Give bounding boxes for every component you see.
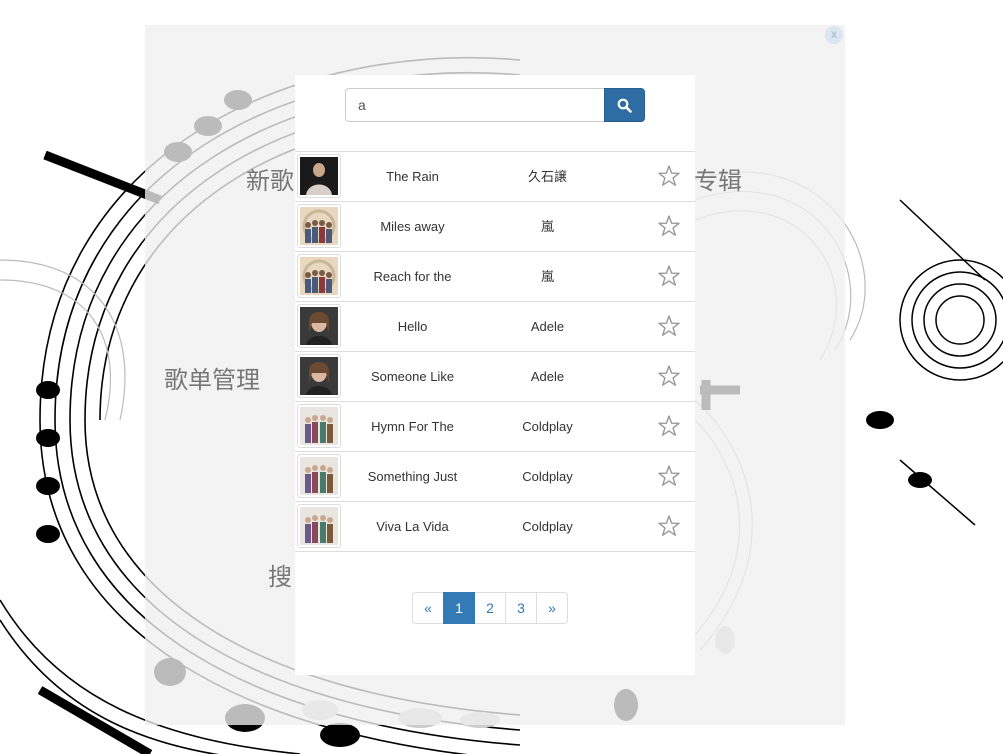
close-button[interactable]: x <box>825 26 843 44</box>
artist-name[interactable]: 嵐 <box>495 202 600 251</box>
pagination-prev[interactable]: « <box>412 592 444 624</box>
favorite-star-icon[interactable] <box>657 264 681 288</box>
result-row[interactable]: The Rain 久石譲 <box>295 152 695 202</box>
artist-name[interactable]: Coldplay <box>495 452 600 501</box>
song-title[interactable]: Hymn For The <box>350 402 475 451</box>
favorite-star-icon[interactable] <box>657 464 681 488</box>
favorite-star-icon[interactable] <box>657 164 681 188</box>
favorite-star-icon[interactable] <box>657 514 681 538</box>
result-row[interactable]: Viva La Vida Coldplay <box>295 502 695 552</box>
results-list: The Rain 久石譲 Miles away 嵐 Reach for the 嵐 Hell… <box>295 151 695 552</box>
result-row[interactable]: Someone Like Adele <box>295 352 695 402</box>
song-title[interactable]: Something Just <box>350 452 475 501</box>
menu-new-songs[interactable]: 新歌 <box>246 161 294 196</box>
pagination-page-2[interactable]: 2 <box>474 592 506 624</box>
search-input[interactable] <box>345 88 605 122</box>
album-thumbnail[interactable] <box>297 504 341 548</box>
album-thumbnail[interactable] <box>297 354 341 398</box>
album-thumbnail[interactable] <box>297 454 341 498</box>
result-row[interactable]: Miles away 嵐 <box>295 202 695 252</box>
search-icon <box>617 98 632 113</box>
search-dialog: The Rain久石譲Miles away嵐Reach for the嵐Hell… <box>295 75 695 675</box>
song-title[interactable]: Someone Like <box>350 352 475 401</box>
artist-name[interactable]: Adele <box>495 302 600 351</box>
album-thumbnail[interactable] <box>297 204 341 248</box>
search-bar <box>345 88 645 122</box>
album-thumbnail[interactable] <box>297 254 341 298</box>
artist-name[interactable]: 嵐 <box>495 252 600 301</box>
pagination-page-3[interactable]: 3 <box>505 592 537 624</box>
favorite-star-icon[interactable] <box>657 364 681 388</box>
search-button[interactable] <box>604 88 645 122</box>
song-title[interactable]: Miles away <box>350 202 475 251</box>
pagination: « 1 2 3 » <box>412 592 568 624</box>
menu-search[interactable]: 搜 <box>268 557 292 592</box>
album-thumbnail[interactable] <box>297 304 341 348</box>
artist-name[interactable]: Adele <box>495 352 600 401</box>
menu-albums[interactable]: 专辑 <box>694 161 742 196</box>
pagination-page-1[interactable]: 1 <box>443 592 475 624</box>
song-title[interactable]: Viva La Vida <box>350 502 475 551</box>
album-thumbnail[interactable] <box>297 154 341 198</box>
song-title[interactable]: The Rain <box>350 152 475 201</box>
song-title[interactable]: Reach for the <box>350 252 475 301</box>
result-row[interactable]: Something Just Coldplay <box>295 452 695 502</box>
artist-name[interactable]: Coldplay <box>495 402 600 451</box>
favorite-star-icon[interactable] <box>657 214 681 238</box>
favorite-star-icon[interactable] <box>657 414 681 438</box>
result-row[interactable]: Hello Adele <box>295 302 695 352</box>
result-row[interactable]: Reach for the 嵐 <box>295 252 695 302</box>
pagination-next[interactable]: » <box>536 592 568 624</box>
album-thumbnail[interactable] <box>297 404 341 448</box>
result-row[interactable]: Hymn For The Coldplay <box>295 402 695 452</box>
favorite-star-icon[interactable] <box>657 314 681 338</box>
song-title[interactable]: Hello <box>350 302 475 351</box>
menu-playlist-manage[interactable]: 歌单管理 <box>164 360 260 395</box>
artist-name[interactable]: Coldplay <box>495 502 600 551</box>
artist-name[interactable]: 久石譲 <box>495 152 600 201</box>
